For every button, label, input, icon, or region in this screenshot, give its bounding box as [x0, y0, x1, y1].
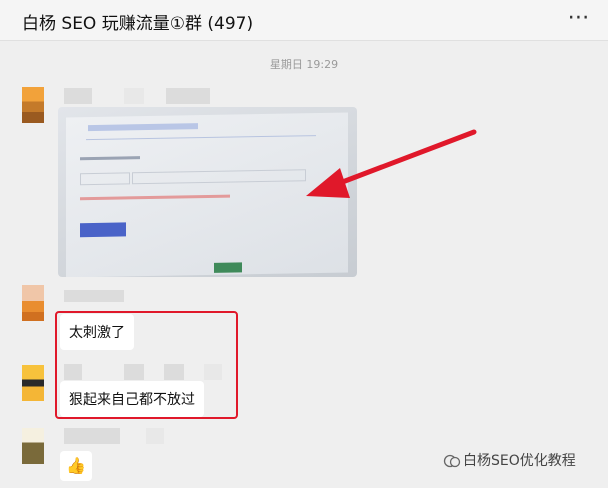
- photo-next-button: [80, 222, 126, 238]
- avatar[interactable]: [22, 365, 44, 401]
- sender-name-redacted: [64, 88, 92, 104]
- red-arrow-annotation: [306, 129, 477, 198]
- sender-name-redacted: [166, 88, 210, 104]
- more-options-icon[interactable]: ⋯: [566, 7, 590, 30]
- photo-monitor-stand: [214, 262, 242, 273]
- watermark-text: 白杨SEO优化教程: [463, 453, 576, 469]
- photo-label: [80, 156, 140, 161]
- avatar[interactable]: [22, 87, 44, 123]
- red-highlight-box: [55, 311, 238, 419]
- sender-name-redacted: [146, 428, 164, 444]
- thumbs-up-emoji-message[interactable]: 👍: [60, 451, 92, 481]
- photo-input: [132, 169, 306, 185]
- avatar[interactable]: [22, 285, 44, 321]
- photo-error-text: [80, 194, 230, 201]
- sender-name-redacted: [64, 428, 120, 444]
- avatar[interactable]: [22, 428, 44, 464]
- sender-name-redacted: [64, 290, 124, 302]
- photo-select: [80, 172, 130, 186]
- chat-title: 白杨 SEO 玩赚流量①群 (497): [22, 14, 254, 34]
- watermark: 白杨SEO优化教程: [443, 450, 576, 470]
- sender-name-redacted: [124, 88, 144, 104]
- wechat-official-account-icon: [443, 454, 461, 468]
- chat-header: 白杨 SEO 玩赚流量①群 (497) ⋯: [0, 0, 608, 41]
- message-timestamp: 星期日 19:29: [269, 58, 339, 71]
